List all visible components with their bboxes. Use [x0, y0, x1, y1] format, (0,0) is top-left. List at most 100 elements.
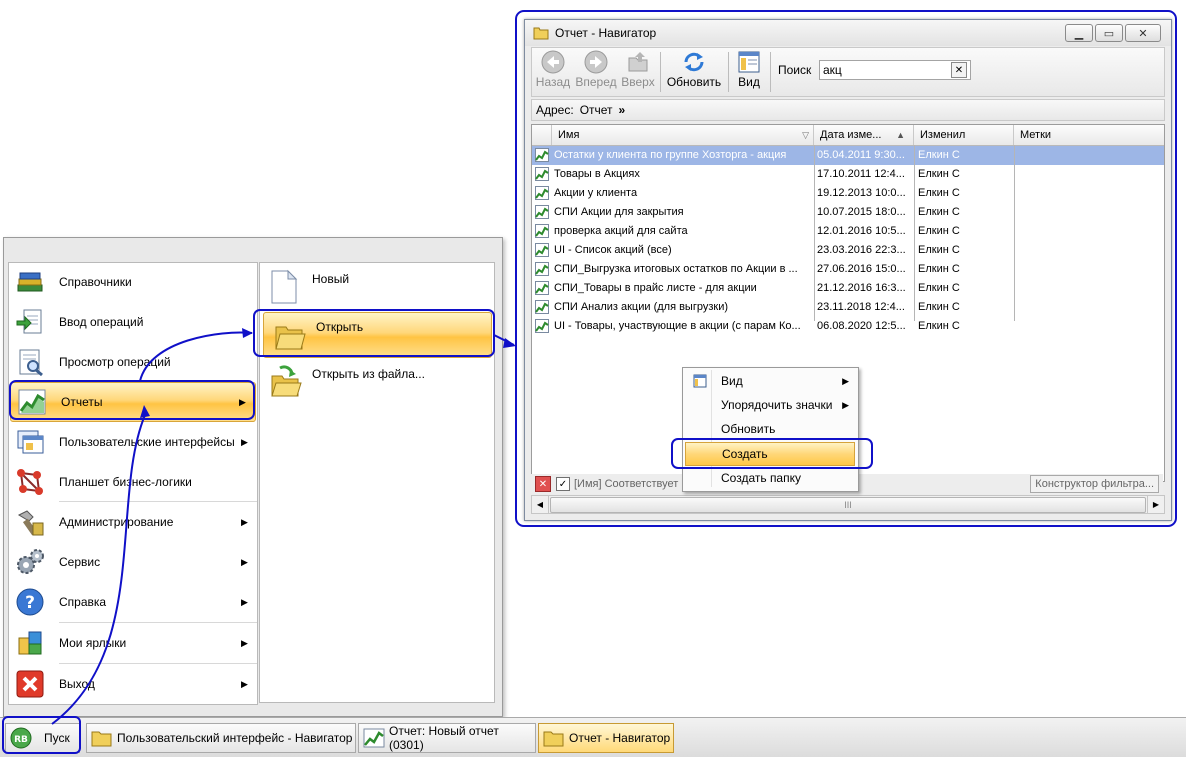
menu-item-exit[interactable]: Выход ▶	[9, 665, 257, 703]
menu-item-label: Выход	[59, 677, 95, 691]
scroll-right-button[interactable]: ▶	[1147, 496, 1164, 513]
minimize-button[interactable]: ▁	[1065, 24, 1093, 42]
menu-item-my-shortcuts[interactable]: Мои ярлыки ▶	[9, 624, 257, 662]
clear-search-button[interactable]: ✕	[951, 62, 967, 78]
svg-text:RB: RB	[14, 735, 28, 745]
cell-name: проверка акций для сайта	[554, 225, 688, 237]
cell-user: Елкин С	[918, 282, 960, 294]
back-button[interactable]: Назад	[534, 50, 572, 94]
menu-item-service[interactable]: Сервис ▶	[9, 543, 257, 581]
table-row[interactable]: СПИ Анализ акции (для выгрузки) 23.11.201…	[532, 298, 1164, 317]
menu-item-label: Отчеты	[61, 395, 103, 409]
menu-item-business-logic[interactable]: Планшет бизнес-логики	[9, 463, 257, 501]
close-button[interactable]: ✕	[1125, 24, 1161, 42]
context-menu: Вид ▶ Упорядочить значки ▶ Обновить Созд…	[682, 367, 859, 492]
menu-item-view-operations[interactable]: Просмотр операций	[9, 343, 257, 381]
context-item-refresh[interactable]: Обновить	[685, 418, 855, 440]
menu-item-reports[interactable]: Отчеты ▶	[10, 382, 256, 422]
forms-icon	[14, 426, 46, 458]
cell-user: Елкин С	[918, 206, 960, 218]
table-row[interactable]: UI - Список акций (все) 23.03.2016 22:3..…	[532, 241, 1164, 260]
start-label: Пуск	[44, 731, 70, 745]
start-logo-icon: RB	[10, 727, 32, 749]
filter-enabled-checkbox[interactable]: ✓	[556, 477, 570, 491]
filter-expression[interactable]: [Имя] Соответствует	[574, 478, 678, 490]
context-item-arrange-icons[interactable]: Упорядочить значки ▶	[685, 394, 855, 416]
cell-name: СПИ Акции для закрытия	[554, 206, 684, 218]
cell-name: СПИ Анализ акции (для выгрузки)	[554, 301, 729, 313]
submenu-item-open[interactable]: Открыть	[263, 312, 492, 358]
menu-item-directories[interactable]: Справочники	[9, 263, 257, 301]
table-row[interactable]: Товары в Акциях 17.10.2011 12:4... Елкин С	[532, 165, 1164, 184]
filter-builder-button[interactable]: Конструктор фильтра...	[1030, 475, 1159, 493]
taskbar-button-label: Отчет: Новый отчет (0301)	[389, 724, 499, 752]
refresh-icon	[684, 52, 704, 72]
menu-item-label: Планшет бизнес-логики	[59, 475, 192, 489]
start-button[interactable]: RB Пуск	[5, 723, 80, 753]
start-menu-main-list: Справочники Ввод операций Просмотр опера…	[8, 262, 258, 705]
cell-name: СПИ_Товары в прайс листе - для акции	[554, 282, 757, 294]
submenu-item-new[interactable]: Новый	[260, 265, 494, 309]
submenu-item-open-from-file[interactable]: Открыть из файла...	[260, 360, 494, 404]
address-crumb[interactable]: Отчет	[580, 103, 613, 117]
menu-item-user-interfaces[interactable]: Пользовательские интерфейсы ▶	[9, 423, 257, 461]
window-titlebar[interactable]: Отчет - Навигатор ▁ ▭ ✕	[525, 20, 1171, 46]
table-row[interactable]: UI - Товары, участвующие в акции (с пара…	[532, 317, 1164, 336]
submenu-arrow-icon: ▶	[241, 556, 248, 567]
taskbar: RB Пуск Пользовательский интерфейс - Нав…	[0, 717, 1186, 757]
refresh-button[interactable]: Обновить	[666, 50, 722, 94]
context-item-create-folder[interactable]: Создать папку	[685, 467, 855, 489]
scroll-thumb[interactable]: III	[550, 497, 1146, 513]
cell-user: Елкин С	[918, 320, 960, 332]
menu-item-label: Пользовательские интерфейсы	[59, 435, 235, 449]
column-header-user[interactable]: Изменил	[914, 125, 1014, 145]
submenu-arrow-icon: ▶	[241, 516, 248, 527]
maximize-button[interactable]: ▭	[1095, 24, 1123, 42]
table-row[interactable]: проверка акций для сайта 12.01.2016 10:5.…	[532, 222, 1164, 241]
context-item-label: Создать	[722, 447, 768, 461]
menu-item-administration[interactable]: Администрирование ▶	[9, 503, 257, 541]
cell-date: 10.07.2015 18:0...	[817, 206, 906, 218]
cell-date: 19.12.2013 10:0...	[817, 187, 906, 199]
table-row[interactable]: Акции у клиента 19.12.2013 10:0... Елкин С	[532, 184, 1164, 203]
cell-user: Елкин С	[918, 263, 960, 275]
folder-icon	[91, 727, 113, 749]
taskbar-button-label: Отчет - Навигатор	[569, 731, 671, 745]
context-item-view[interactable]: Вид ▶	[685, 370, 855, 392]
clear-icon: ✕	[954, 64, 964, 76]
submenu-arrow-icon: ▶	[842, 399, 849, 410]
table-row[interactable]: СПИ_Выгрузка итоговых остатков по Акции …	[532, 260, 1164, 279]
forward-button[interactable]: Вперед	[574, 50, 618, 94]
view-button[interactable]: Вид	[734, 50, 764, 94]
toolbar-separator	[728, 52, 729, 92]
filter-icon[interactable]: ▽	[802, 125, 809, 145]
table-row[interactable]: СПИ_Товары в прайс листе - для акции 21.1…	[532, 279, 1164, 298]
taskbar-button-ui-navigator[interactable]: Пользовательский интерфейс - Навигатор	[86, 723, 356, 753]
search-input[interactable]	[820, 62, 951, 78]
clear-filter-button[interactable]: ✕	[535, 476, 551, 492]
submenu-arrow-icon: ▶	[241, 678, 248, 689]
column-header-date[interactable]: Дата изме... ▲	[814, 125, 914, 145]
up-button[interactable]: Вверх	[620, 50, 656, 94]
search-box[interactable]: ✕	[819, 60, 971, 80]
horizontal-scrollbar[interactable]: ◀ III ▶	[531, 495, 1165, 514]
cell-user: Елкин С	[918, 301, 960, 313]
menu-item-help[interactable]: ? Справка ▶	[9, 583, 257, 621]
column-header-tags[interactable]: Метки	[1014, 125, 1164, 145]
table-row[interactable]: СПИ Акции для закрытия 10.07.2015 18:0...…	[532, 203, 1164, 222]
scroll-left-button[interactable]: ◀	[532, 496, 549, 513]
minimize-icon: ▁	[1074, 27, 1084, 40]
menu-item-label: Сервис	[59, 555, 101, 569]
taskbar-button-report-navigator[interactable]: Отчет - Навигатор	[538, 723, 674, 753]
forward-label: Вперед	[575, 75, 617, 89]
address-chevron[interactable]: »	[619, 103, 626, 117]
toolbar-separator	[660, 52, 661, 92]
table-row[interactable]: Остатки у клиента по группе Хозторга - а…	[532, 146, 1164, 165]
cell-date: 27.06.2016 15:0...	[817, 263, 906, 275]
menu-item-enter-operations[interactable]: Ввод операций	[9, 303, 257, 341]
column-header-name[interactable]: Имя ▽	[552, 125, 814, 145]
clear-filter-icon: ✕	[538, 478, 548, 490]
view-icon	[738, 51, 760, 73]
context-item-create[interactable]: Создать	[685, 442, 855, 466]
taskbar-button-report-new[interactable]: Отчет: Новый отчет (0301)	[358, 723, 536, 753]
